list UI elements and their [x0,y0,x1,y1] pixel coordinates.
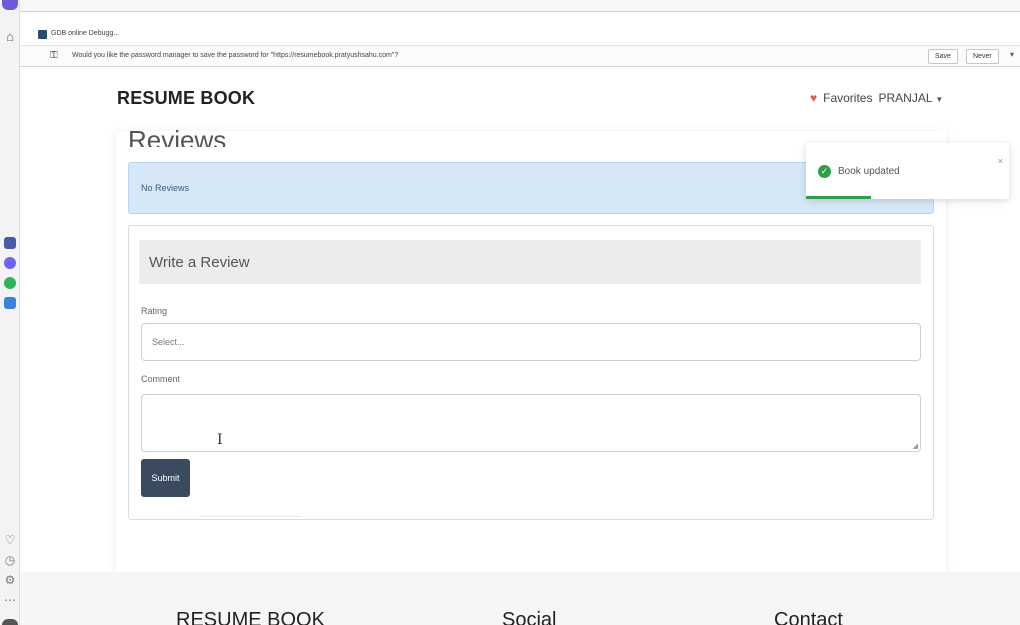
resize-handle-icon[interactable]: ◢ [913,442,918,450]
heart-icon: ♥ [810,91,818,105]
app-icon[interactable] [4,297,16,309]
user-name: PRANJAL [878,91,933,105]
divider [201,516,301,517]
submit-button[interactable]: Submit [141,459,190,497]
password-manager-bar: ⚿ Would you like the password manager to… [20,45,1020,67]
favorites-link[interactable]: Favorites [823,91,872,105]
shield-icon[interactable]: ♡ [3,533,17,547]
form-title: Write a Review [149,254,250,271]
messenger-icon[interactable] [4,257,16,269]
more-options-icon[interactable]: ▾ [1010,50,1014,59]
rating-select-value: Select... [152,337,185,347]
never-save-button[interactable]: Never [966,49,999,64]
comment-label: Comment [141,374,181,384]
no-reviews-text: No Reviews [141,183,190,193]
check-circle-icon: ✓ [818,165,831,178]
clock-icon[interactable]: ◷ [3,553,17,567]
save-password-button[interactable]: Save [928,49,958,64]
text-cursor-icon: I [217,432,223,448]
brand-logo[interactable]: RESUME BOOK [117,88,255,109]
home-icon[interactable]: ⌂ [3,30,17,44]
password-prompt-text: Would you like the password manager to s… [72,52,399,59]
rating-select[interactable]: Select... [141,323,921,361]
browser-sidebar: ⌂ ♡ ◷ ⚙ ⋯ [0,0,20,625]
tab-title[interactable]: GDB online Debugg... [51,30,119,37]
toast-progress-bar [806,196,871,199]
app-store-icon[interactable] [4,237,16,249]
close-icon[interactable]: × [998,156,1003,166]
toast-notification: ✓ Book updated × [806,143,1009,199]
whatsapp-icon[interactable] [4,277,16,289]
chevron-down-icon: ▼ [935,95,944,104]
reviews-card: Reviews No Reviews Write a Review Rating… [116,125,946,607]
key-icon: ⚿ [50,50,58,61]
more-icon[interactable]: ⋯ [3,593,17,607]
footer-contact-heading: Contact [774,609,843,625]
comment-textarea[interactable]: I ◢ [141,394,921,452]
navbar: RESUME BOOK ♥ Favorites PRANJAL ▼ [20,67,1020,131]
browser-window: ⌂ ♡ ◷ ⚙ ⋯ GDB online Debugg... ⚿ Would y… [0,0,1020,625]
review-form: Write a Review Rating Select... Comment … [128,225,934,520]
user-menu[interactable]: PRANJAL ▼ [878,91,943,105]
tab-favicon-icon [38,30,47,39]
footer-social-heading: Social [502,609,557,625]
browser-toolbar [20,0,1020,12]
reviews-heading: Reviews [128,125,227,147]
profile-icon[interactable] [2,0,18,10]
settings-icon[interactable]: ⚙ [3,573,17,587]
form-header: Write a Review [139,240,921,284]
tab-bar: GDB online Debugg... [20,25,1020,45]
footer-brand: RESUME BOOK [176,609,325,625]
sidebar-bottom-icon[interactable] [2,619,18,625]
rating-label: Rating [141,306,168,316]
footer: RESUME BOOK Social Contact [20,572,1020,625]
toast-message: Book updated [838,166,900,177]
nav-right: ♥ Favorites PRANJAL ▼ [810,91,943,105]
